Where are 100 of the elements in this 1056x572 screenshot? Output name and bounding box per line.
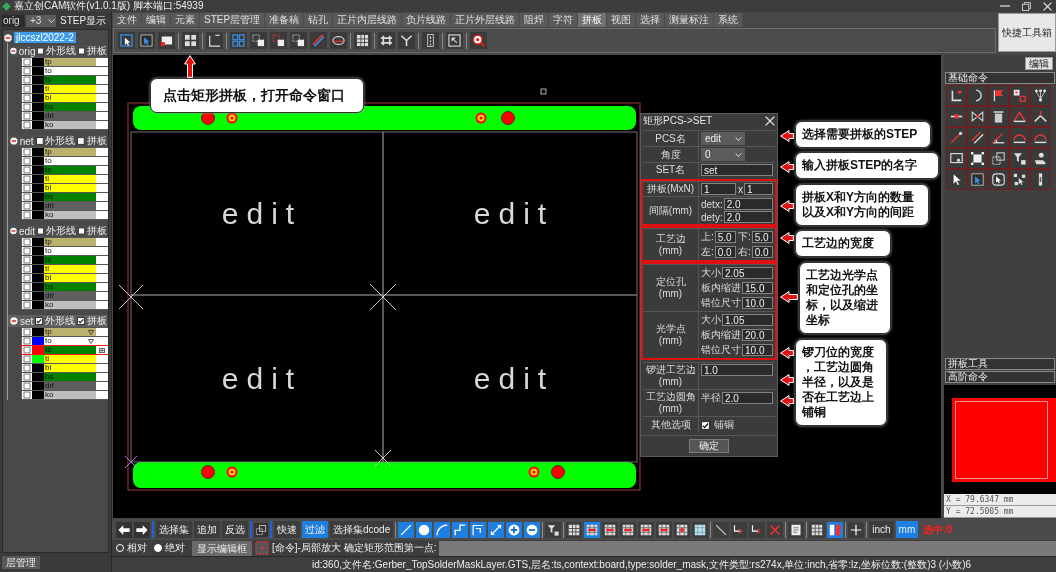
visibility-checkbox[interactable] (22, 337, 32, 345)
number-field[interactable]: 2.0 (723, 211, 773, 223)
menu-tab[interactable]: 负片线路 (402, 13, 452, 27)
search-icon[interactable] (470, 32, 487, 49)
visibility-checkbox[interactable] (22, 292, 32, 300)
frame-icon[interactable] (967, 148, 988, 169)
copy-icon[interactable] (250, 32, 267, 49)
toolbar-button[interactable]: 反选 (222, 521, 248, 538)
arch-icon[interactable] (1009, 106, 1030, 127)
layer-option-cell[interactable] (96, 364, 108, 372)
color-swatch-icon[interactable] (32, 85, 44, 93)
radio-button[interactable] (154, 544, 162, 552)
color-swatch-icon[interactable] (32, 193, 44, 201)
layer-row[interactable]: tp (21, 57, 108, 67)
number-field[interactable]: 5.0 (751, 231, 773, 243)
minus-icon[interactable] (524, 521, 541, 538)
visibility-checkbox[interactable] (22, 373, 32, 381)
close-icon[interactable] (765, 116, 775, 126)
table-icon[interactable] (584, 521, 601, 538)
layer-option-cell[interactable] (96, 211, 108, 219)
visibility-checkbox[interactable] (22, 346, 32, 354)
number-field[interactable]: 2.05 (722, 267, 773, 279)
color-swatch-icon[interactable] (32, 337, 44, 345)
number-field[interactable]: 1.05 (722, 314, 773, 326)
close-icon[interactable] (1043, 1, 1052, 11)
visibility-checkbox[interactable] (22, 238, 32, 246)
line-icon[interactable] (713, 521, 730, 538)
panelize-checkbox[interactable] (77, 137, 85, 145)
parallel-lines-icon[interactable] (967, 127, 988, 148)
layer-row[interactable]: to (21, 156, 108, 166)
collapse-icon[interactable] (4, 33, 12, 42)
corner-icon[interactable] (946, 85, 967, 106)
arc-icon[interactable] (967, 85, 988, 106)
number-field[interactable]: 0.0 (714, 246, 736, 258)
step-icon[interactable] (452, 521, 469, 538)
layer-row[interactable]: ts (21, 255, 108, 265)
layer-option-cell[interactable] (96, 148, 108, 156)
confirm-button[interactable]: 确定 (689, 439, 729, 453)
menu-tab[interactable]: 拼板 (578, 13, 608, 27)
visibility-checkbox[interactable] (22, 364, 32, 372)
panelize-checkbox[interactable] (78, 227, 85, 235)
layer-row[interactable]: tp (21, 147, 108, 157)
table-icon[interactable] (566, 521, 583, 538)
layer-row[interactable]: tl (21, 84, 108, 94)
layer-option-cell[interactable] (96, 274, 108, 282)
collapse-icon[interactable] (10, 137, 18, 145)
layer-row[interactable]: ko (21, 300, 108, 310)
copy-icon[interactable] (290, 32, 307, 49)
step-field[interactable]: orig (2, 14, 24, 27)
outline-checkbox[interactable] (35, 317, 44, 325)
document-icon[interactable] (788, 521, 805, 538)
visibility-checkbox[interactable] (22, 355, 32, 363)
resize-icon[interactable] (488, 521, 505, 538)
circle-icon[interactable] (416, 521, 433, 538)
visibility-checkbox[interactable] (22, 193, 32, 201)
columns-icon[interactable] (827, 521, 844, 538)
number-field[interactable]: 5.0 (714, 231, 736, 243)
section-header[interactable]: 高阶命令 (945, 371, 1055, 383)
step-header[interactable]: set 外形线 拼板 (8, 315, 107, 327)
ruler-icon[interactable] (422, 32, 439, 49)
table-icon[interactable] (620, 521, 637, 538)
line-icon[interactable] (398, 521, 415, 538)
frame-icon[interactable] (446, 32, 463, 49)
visibility-checkbox[interactable] (22, 391, 32, 399)
edit-button[interactable]: 编辑 (1025, 56, 1053, 70)
color-swatch-icon[interactable] (32, 94, 44, 102)
layer-option-cell[interactable] (96, 256, 108, 264)
visibility-checkbox[interactable] (22, 328, 32, 336)
layer-option-cell[interactable] (96, 355, 108, 363)
layer-row[interactable]: ko (21, 120, 108, 130)
number-field[interactable]: 2.0 (723, 198, 773, 210)
layer-option-cell[interactable] (96, 76, 108, 84)
menu-tab[interactable]: 元素 (171, 13, 200, 27)
visibility-checkbox[interactable] (22, 85, 32, 93)
dropdown-select[interactable]: 0 (701, 148, 745, 161)
fork-icon[interactable] (398, 32, 415, 49)
color-swatch-icon[interactable] (32, 103, 44, 111)
visibility-checkbox[interactable] (22, 175, 32, 183)
toolbar-button[interactable]: 选择集dcode (330, 521, 394, 538)
table-icon[interactable] (656, 521, 673, 538)
color-swatch-icon[interactable] (32, 166, 44, 174)
visibility-checkbox[interactable] (22, 157, 32, 165)
checkbox[interactable] (701, 420, 710, 430)
node-tree-icon[interactable] (1030, 85, 1051, 106)
color-swatch-icon[interactable] (32, 391, 44, 399)
layer-row[interactable]: bs (21, 282, 108, 292)
outline-checkbox[interactable] (35, 137, 44, 145)
unit-button[interactable]: inch (869, 521, 894, 538)
color-swatch-icon[interactable] (32, 121, 44, 129)
layer-row[interactable]: to (21, 66, 108, 76)
table-icon[interactable] (674, 521, 691, 538)
color-swatch-icon[interactable] (32, 283, 44, 291)
number-field[interactable]: 1.0 (701, 364, 773, 376)
menu-tab[interactable]: STEP层管理 (200, 13, 266, 27)
layer-option-cell[interactable] (96, 94, 108, 102)
plus-icon[interactable] (506, 521, 523, 538)
layer-option-cell[interactable] (96, 166, 108, 174)
layer-row[interactable]: bl (21, 273, 108, 283)
arc-icon[interactable] (1030, 127, 1051, 148)
arc-icon[interactable] (434, 521, 451, 538)
